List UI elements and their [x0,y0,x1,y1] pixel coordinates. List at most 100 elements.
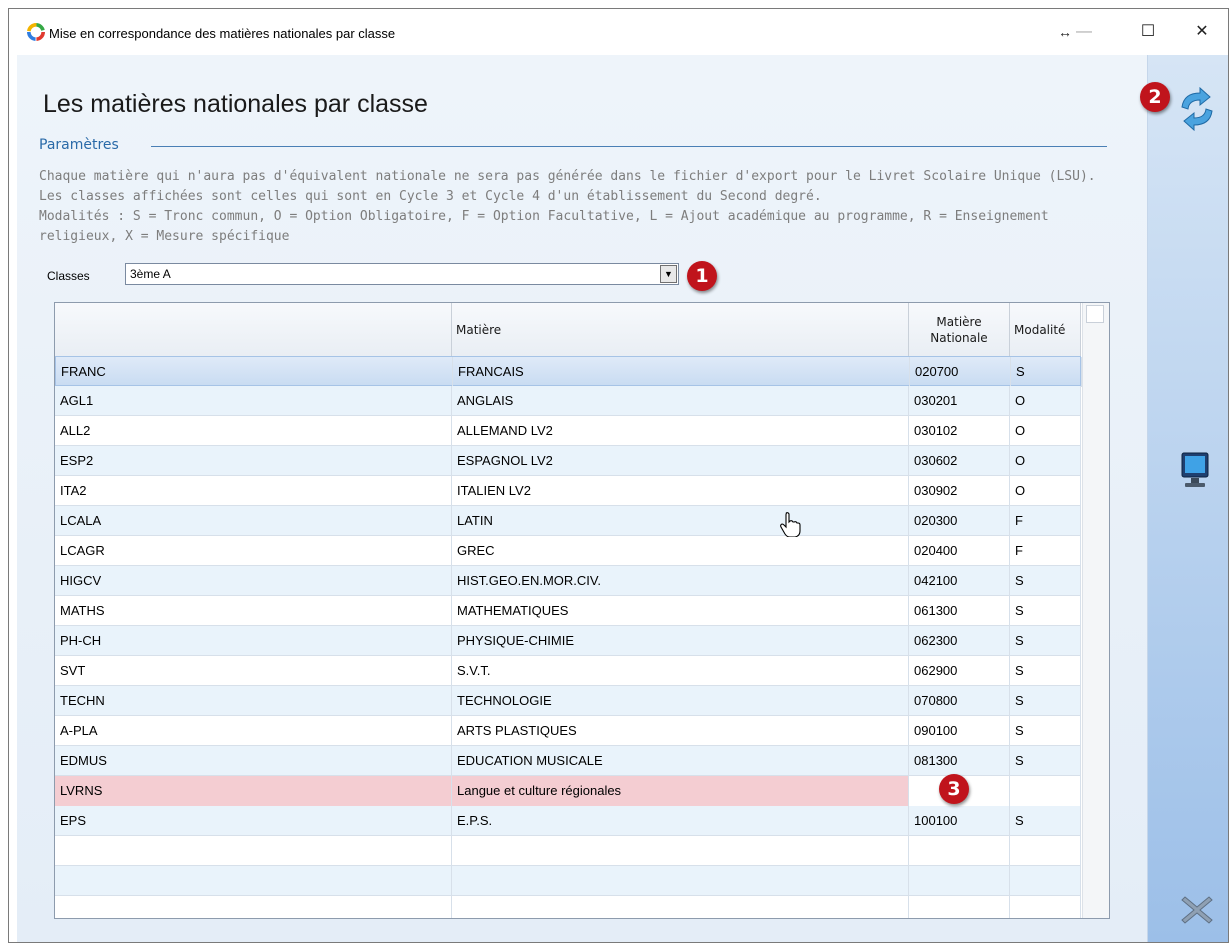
cell-code[interactable] [55,896,452,918]
cell-modalite[interactable]: S [1010,716,1081,746]
cell-modalite[interactable]: S [1010,656,1081,686]
cell-matiere-nationale[interactable]: 030902 [909,476,1010,506]
cell-matiere-nationale[interactable]: 061300 [909,596,1010,626]
cell-code[interactable]: PH-CH [55,626,452,656]
cell-modalite[interactable]: S [1010,566,1081,596]
cell-matiere[interactable]: Langue et culture régionales [452,776,909,806]
cell-code[interactable]: ITA2 [55,476,452,506]
cell-modalite[interactable]: S [1010,626,1081,656]
cell-modalite[interactable]: F [1010,506,1081,536]
cell-matiere[interactable]: TECHNOLOGIE [452,686,909,716]
cell-matiere-nationale[interactable] [909,896,1010,918]
cell-modalite[interactable]: S [1011,357,1082,387]
cell-matiere-nationale[interactable]: 020300 [909,506,1010,536]
cell-code[interactable]: LCAGR [55,536,452,566]
cell-modalite[interactable] [1010,896,1081,918]
table-row[interactable]: LVRNS Langue et culture régionales [55,776,1081,806]
table-row[interactable]: ITA2 ITALIEN LV2 030902 O [55,476,1081,506]
cell-matiere-nationale[interactable]: 062300 [909,626,1010,656]
cell-modalite[interactable]: S [1010,746,1081,776]
table-row[interactable]: AGL1 ANGLAIS 030201 O [55,386,1081,416]
cell-matiere[interactable]: ANGLAIS [452,386,909,416]
cell-matiere[interactable] [452,896,909,918]
cell-matiere-nationale[interactable]: 030102 [909,416,1010,446]
cell-matiere[interactable]: FRANCAIS [453,357,910,387]
table-row[interactable]: LCAGR GREC 020400 F [55,536,1081,566]
cell-matiere-nationale[interactable]: 062900 [909,656,1010,686]
cell-matiere[interactable]: HIST.GEO.EN.MOR.CIV. [452,566,909,596]
cell-matiere[interactable]: EDUCATION MUSICALE [452,746,909,776]
table-row[interactable]: FRANC FRANCAIS 020700 S [55,356,1082,387]
cell-matiere[interactable]: PHYSIQUE-CHIMIE [452,626,909,656]
cell-code[interactable]: LVRNS [55,776,452,806]
cell-code[interactable]: HIGCV [55,566,452,596]
cell-code[interactable]: AGL1 [55,386,452,416]
cell-code[interactable]: MATHS [55,596,452,626]
cell-matiere-nationale[interactable]: 020400 [909,536,1010,566]
cell-matiere-nationale[interactable]: 081300 [909,746,1010,776]
cell-matiere-nationale[interactable] [909,836,1010,866]
cell-matiere[interactable]: ARTS PLASTIQUES [452,716,909,746]
cell-matiere[interactable]: E.P.S. [452,806,909,836]
cell-modalite[interactable]: F [1010,536,1081,566]
table-row[interactable]: ESP2 ESPAGNOL LV2 030602 O [55,446,1081,476]
cell-matiere-nationale[interactable]: 020700 [910,357,1011,387]
cell-code[interactable]: A-PLA [55,716,452,746]
cell-matiere[interactable] [452,866,909,896]
cell-matiere[interactable]: ESPAGNOL LV2 [452,446,909,476]
cell-code[interactable]: FRANC [56,357,453,387]
table-row[interactable] [55,896,1081,918]
table-row[interactable]: A-PLA ARTS PLASTIQUES 090100 S [55,716,1081,746]
cell-code[interactable]: LCALA [55,506,452,536]
close-tool-icon[interactable] [1179,893,1215,927]
cell-modalite[interactable]: S [1010,596,1081,626]
cell-code[interactable]: TECHN [55,686,452,716]
cell-matiere-nationale[interactable]: 030602 [909,446,1010,476]
cell-modalite[interactable] [1010,836,1081,866]
cell-matiere-nationale[interactable]: 030201 [909,386,1010,416]
cell-matiere-nationale[interactable]: 100100 [909,806,1010,836]
table-row[interactable]: LCALA LATIN 020300 F [55,506,1081,536]
maximize-button[interactable]: ☐ [1135,19,1161,45]
cell-modalite[interactable]: O [1010,416,1081,446]
cell-matiere-nationale[interactable] [909,866,1010,896]
cell-matiere[interactable]: GREC [452,536,909,566]
monitor-icon[interactable] [1180,451,1210,491]
table-row[interactable]: ALL2 ALLEMAND LV2 030102 O [55,416,1081,446]
table-row[interactable]: EDMUS EDUCATION MUSICALE 081300 S [55,746,1081,776]
chevron-down-icon[interactable]: ▼ [660,265,677,283]
cell-modalite[interactable]: O [1010,476,1081,506]
cell-modalite[interactable]: O [1010,446,1081,476]
close-button[interactable]: ✕ [1189,19,1215,45]
cell-matiere[interactable]: MATHEMATIQUES [452,596,909,626]
cell-modalite[interactable]: S [1010,686,1081,716]
header-matiere[interactable]: Matière [452,303,909,356]
cell-modalite[interactable]: O [1010,386,1081,416]
cell-matiere-nationale[interactable]: 090100 [909,716,1010,746]
cell-matiere-nationale[interactable]: 070800 [909,686,1010,716]
table-row[interactable]: SVT S.V.T. 062900 S [55,656,1081,686]
table-row[interactable] [55,836,1081,866]
minimize-button[interactable]: — [1071,19,1097,45]
cell-code[interactable]: ESP2 [55,446,452,476]
table-row[interactable] [55,866,1081,896]
cell-modalite[interactable]: S [1010,806,1081,836]
cell-code[interactable]: ALL2 [55,416,452,446]
cell-modalite[interactable] [1010,776,1081,806]
cell-code[interactable] [55,866,452,896]
cell-matiere-nationale[interactable]: 042100 [909,566,1010,596]
refresh-icon[interactable] [1176,87,1218,131]
header-code[interactable] [55,303,452,356]
cell-matiere[interactable]: LATIN [452,506,909,536]
cell-code[interactable] [55,836,452,866]
table-row[interactable]: EPS E.P.S. 100100 S [55,806,1081,836]
cell-matiere[interactable]: ITALIEN LV2 [452,476,909,506]
table-row[interactable]: HIGCV HIST.GEO.EN.MOR.CIV. 042100 S [55,566,1081,596]
classes-dropdown[interactable]: 3ème A ▼ [125,263,679,285]
cell-matiere[interactable] [452,836,909,866]
header-matiere-nationale[interactable]: Matière Nationale [909,303,1010,356]
scrollbar-thumb[interactable] [1086,305,1104,323]
table-row[interactable]: TECHN TECHNOLOGIE 070800 S [55,686,1081,716]
cell-code[interactable]: EDMUS [55,746,452,776]
header-modalite[interactable]: Modalité [1010,303,1081,356]
